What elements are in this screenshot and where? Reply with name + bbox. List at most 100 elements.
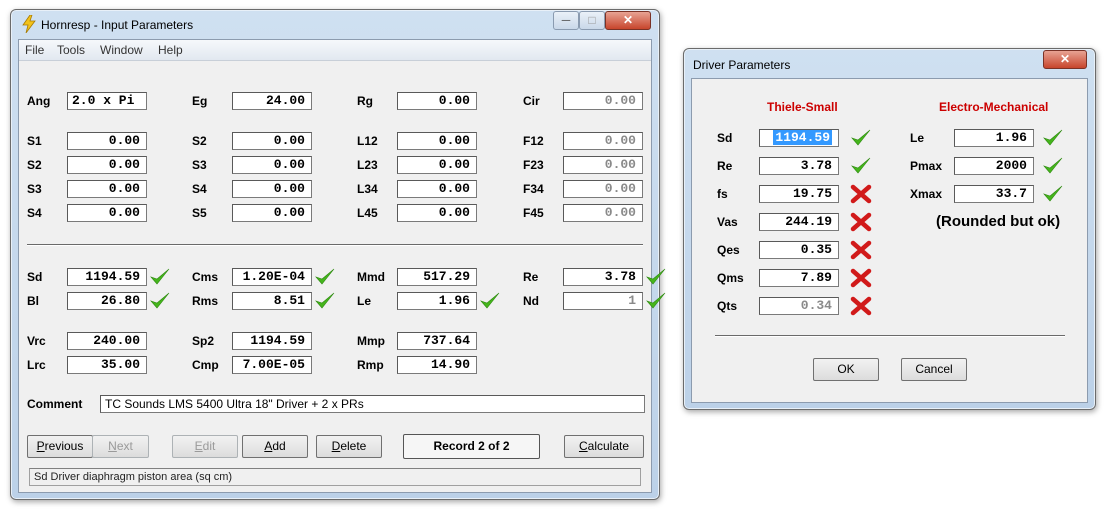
ang-field[interactable]: 2.0 x Pi [67, 92, 147, 110]
menu-window[interactable]: Window [100, 43, 143, 57]
le-driver-field[interactable]: 1.96 [397, 292, 477, 310]
menu-help[interactable]: Help [158, 43, 183, 57]
parameters-panel: Ang 2.0 x Pi Eg 24.00 Rg 0.00 Cir 0.00 S1 0.00 S2 0… [19, 61, 666, 492]
l12-field[interactable]: 0.00 [397, 132, 477, 150]
comment-label: Comment [27, 397, 83, 411]
mmp-field[interactable]: 737.64 [397, 332, 477, 350]
f23-field: 0.00 [563, 156, 643, 174]
sd-driver-label: Sd [27, 270, 43, 284]
qms-ts-label: Qms [717, 271, 744, 285]
calculate-button[interactable]: Calculate [564, 435, 644, 458]
menu-bar: File Tools Window Help [19, 40, 651, 61]
cmp-label: Cmp [192, 358, 219, 372]
sd-ts-label: Sd [717, 131, 733, 145]
qms-ts-field[interactable]: 7.89 [759, 269, 839, 287]
s2-field[interactable]: 0.00 [232, 132, 312, 150]
s5-label: S5 [192, 206, 207, 220]
check-icon [850, 156, 872, 176]
s3-field[interactable]: 0.00 [232, 156, 312, 174]
pmax-em-field[interactable]: 2000 [954, 157, 1034, 175]
s4-label: S4 [27, 206, 42, 220]
re-ts-field[interactable]: 3.78 [759, 157, 839, 175]
re-driver-field[interactable]: 3.78 [563, 268, 643, 286]
eg-label: Eg [192, 94, 208, 108]
sp2-field[interactable]: 1194.59 [232, 332, 312, 350]
lrc-field[interactable]: 35.00 [67, 356, 147, 374]
s2-label: S2 [27, 158, 42, 172]
check-icon [314, 291, 336, 311]
qes-ts-field[interactable]: 0.35 [759, 241, 839, 259]
re-driver-label: Re [523, 270, 539, 284]
menu-file[interactable]: File [25, 43, 44, 57]
cms-driver-field[interactable]: 1.20E-04 [232, 268, 312, 286]
ang-label: Ang [27, 94, 51, 108]
nd-driver-field[interactable]: 1 [563, 292, 643, 310]
vas-ts-field[interactable]: 244.19 [759, 213, 839, 231]
selected-text: 1194.59 [773, 130, 832, 145]
eg-field[interactable]: 24.00 [232, 92, 312, 110]
fs-ts-field[interactable]: 19.75 [759, 185, 839, 203]
check-icon [1042, 128, 1064, 148]
l34-field[interactable]: 0.00 [397, 180, 477, 198]
rg-field[interactable]: 0.00 [397, 92, 477, 110]
driver-parameters-window: Driver Parameters ✕ Thiele-Small Electro-… [683, 48, 1096, 410]
cir-field: 0.00 [563, 92, 643, 110]
f45-label: F45 [523, 206, 544, 220]
cmp-field[interactable]: 7.00E-05 [232, 356, 312, 374]
rounded-note: (Rounded but ok) [936, 213, 1061, 230]
vas-ts-label: Vas [717, 215, 738, 229]
s2-field[interactable]: 0.00 [67, 156, 147, 174]
le-driver-label: Le [357, 294, 372, 308]
s4-field[interactable]: 0.00 [232, 180, 312, 198]
fs-ts-label: fs [717, 187, 728, 201]
l45-field[interactable]: 0.00 [397, 204, 477, 222]
previous-button[interactable]: Previous [27, 435, 93, 458]
l23-field[interactable]: 0.00 [397, 156, 477, 174]
s3-label: S3 [192, 158, 207, 172]
edit-button: Edit [172, 435, 238, 458]
s4-field[interactable]: 0.00 [67, 204, 147, 222]
rmp-field[interactable]: 14.90 [397, 356, 477, 374]
s3-field[interactable]: 0.00 [67, 180, 147, 198]
x-icon [850, 212, 872, 232]
comment-field[interactable]: TC Sounds LMS 5400 Ultra 18" Driver + 2 … [100, 395, 645, 413]
qts-ts-field[interactable]: 0.34 [759, 297, 839, 315]
l34-label: L34 [357, 182, 378, 196]
minimize-button[interactable]: ─ [553, 11, 579, 30]
check-icon [645, 267, 667, 287]
add-button[interactable]: Add [242, 435, 308, 458]
qts-ts-label: Qts [717, 299, 738, 313]
x-icon [850, 240, 872, 260]
f45-field: 0.00 [563, 204, 643, 222]
sd-driver-field[interactable]: 1194.59 [67, 268, 147, 286]
s2-label: S2 [192, 134, 207, 148]
check-icon [479, 291, 501, 311]
title-bar[interactable]: Hornresp - Input Parameters ─ □ ✕ [11, 10, 659, 38]
x-icon [850, 296, 872, 316]
sd-ts-field[interactable]: 1194.59 [759, 129, 839, 147]
check-icon [149, 291, 171, 311]
driver-close-button[interactable]: ✕ [1043, 50, 1087, 69]
ok-button[interactable]: OK [813, 358, 879, 381]
s5-field[interactable]: 0.00 [232, 204, 312, 222]
s1-field[interactable]: 0.00 [67, 132, 147, 150]
maximize-button[interactable]: □ [579, 11, 605, 30]
vrc-field[interactable]: 240.00 [67, 332, 147, 350]
s4-label: S4 [192, 182, 207, 196]
bl-driver-field[interactable]: 26.80 [67, 292, 147, 310]
cancel-button[interactable]: Cancel [901, 358, 967, 381]
delete-button[interactable]: Delete [316, 435, 382, 458]
mmd-driver-field[interactable]: 517.29 [397, 268, 477, 286]
window-title: Hornresp - Input Parameters [41, 18, 194, 32]
rms-driver-field[interactable]: 8.51 [232, 292, 312, 310]
lightning-icon [22, 15, 36, 33]
xmax-em-field[interactable]: 33.7 [954, 185, 1034, 203]
xmax-em-label: Xmax [910, 187, 943, 201]
le-em-field[interactable]: 1.96 [954, 129, 1034, 147]
nd-driver-label: Nd [523, 294, 539, 308]
menu-tools[interactable]: Tools [57, 43, 85, 57]
driver-title-bar[interactable]: Driver Parameters ✕ [684, 49, 1095, 77]
close-button[interactable]: ✕ [605, 11, 651, 30]
check-icon [645, 291, 667, 311]
check-icon [1042, 156, 1064, 176]
